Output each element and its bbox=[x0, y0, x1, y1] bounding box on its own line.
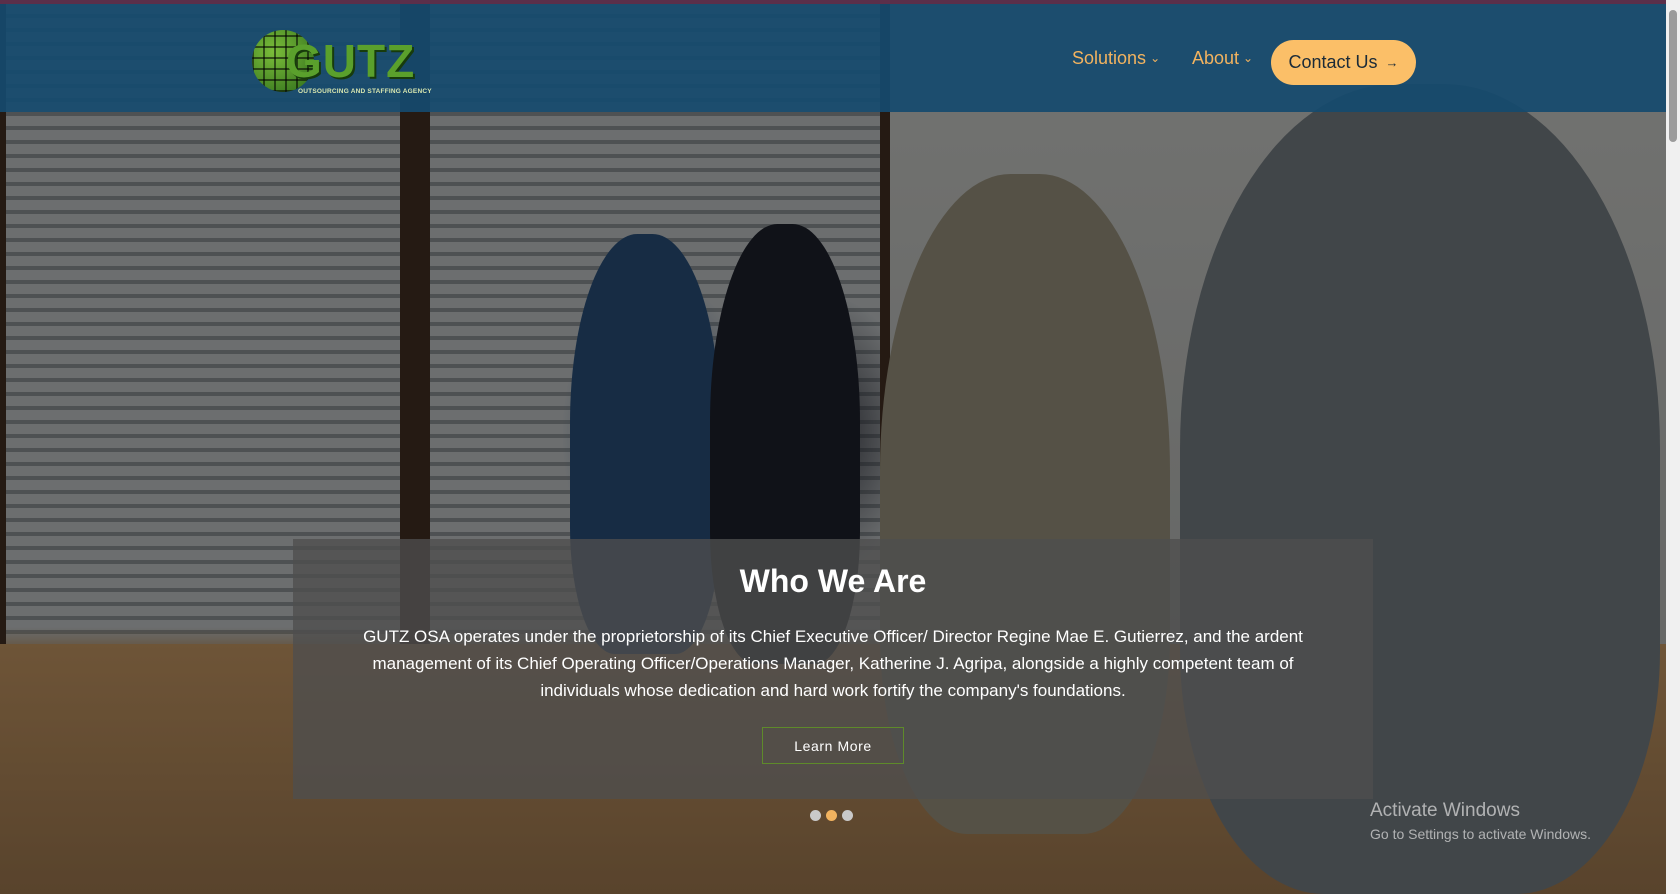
carousel-dot-1[interactable] bbox=[810, 810, 821, 821]
nav-solutions-label: Solutions bbox=[1072, 48, 1147, 68]
arrow-right-icon: → bbox=[1385, 55, 1399, 70]
contact-us-label: Contact Us bbox=[1288, 52, 1378, 72]
site-header: GUTZ OUTSOURCING AND STAFFING AGENCY Sol… bbox=[0, 4, 1666, 112]
nav-about[interactable]: About ⌄ bbox=[1192, 48, 1253, 69]
hero-caption-box: Who We Are GUTZ OSA operates under the p… bbox=[293, 539, 1373, 799]
nav-solutions[interactable]: Solutions ⌄ bbox=[1072, 48, 1160, 69]
watermark-subtitle: Go to Settings to activate Windows. bbox=[1370, 826, 1591, 842]
page-scrollbar[interactable] bbox=[1666, 0, 1680, 894]
scrollbar-thumb[interactable] bbox=[1669, 10, 1677, 142]
contact-us-button[interactable]: Contact Us → bbox=[1271, 40, 1416, 85]
watermark-title: Activate Windows bbox=[1370, 800, 1520, 821]
learn-more-button[interactable]: Learn More bbox=[762, 727, 904, 764]
chevron-down-icon: ⌄ bbox=[1150, 51, 1161, 65]
windows-activation-watermark: Activate Windows Go to Settings to activ… bbox=[1370, 800, 1591, 842]
gutz-logo[interactable]: GUTZ OUTSOURCING AND STAFFING AGENCY bbox=[248, 24, 432, 102]
hero-description: GUTZ OSA operates under the proprietorsh… bbox=[363, 627, 1303, 700]
chevron-down-icon: ⌄ bbox=[1243, 51, 1254, 65]
logo-tagline: OUTSOURCING AND STAFFING AGENCY bbox=[298, 88, 432, 95]
nav-about-label: About bbox=[1192, 48, 1240, 68]
carousel-dot-3[interactable] bbox=[842, 810, 853, 821]
carousel-dot-2[interactable] bbox=[826, 810, 837, 821]
logo-wordmark: GUTZ bbox=[286, 35, 416, 87]
hero-title: Who We Are bbox=[739, 563, 927, 599]
